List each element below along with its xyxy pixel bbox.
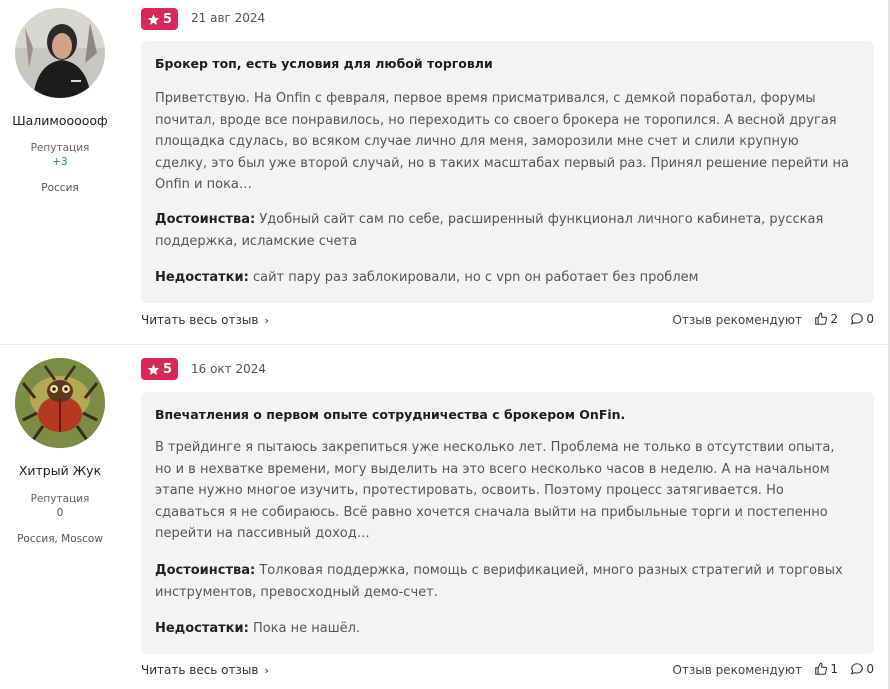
- star-icon: [147, 13, 160, 25]
- comment-icon: [851, 663, 864, 675]
- review-content: Брокер топ, есть условия для любой торго…: [141, 41, 874, 303]
- review-body: В трейдинге я пытаюсь закрепиться уже не…: [155, 440, 835, 541]
- comments-count: 0: [866, 662, 874, 676]
- review-title[interactable]: Впечатления о первом опыте сотрудничеств…: [155, 407, 625, 422]
- review-content: Впечатления о первом опыте сотрудничеств…: [141, 392, 874, 654]
- chevron-right-icon: ›: [264, 313, 269, 327]
- review-pros: Достоинства: Удобный сайт сам по себе, р…: [155, 209, 854, 252]
- cons-text: сайт пару раз заблокировали, но с vpn он…: [252, 270, 699, 285]
- review-footer: Читать весь отзыв › Отзыв рекомендуют 2 …: [141, 312, 874, 331]
- chevron-right-icon: ›: [264, 663, 269, 677]
- rating-badge: 5: [141, 8, 178, 30]
- review-pros: Достоинства: Толковая поддержка, помощь …: [155, 560, 854, 603]
- avatar[interactable]: [15, 8, 105, 98]
- comments-count: 0: [866, 312, 874, 326]
- pros-label: Достоинства:: [155, 563, 256, 578]
- pros-text: Удобный сайт сам по себе, расширенный фу…: [155, 212, 824, 249]
- reputation-label: Репутация: [30, 493, 90, 505]
- rating-value: 5: [162, 11, 173, 27]
- like-button[interactable]: 1: [814, 662, 838, 676]
- review-cons: Недостатки: сайт пару раз заблокировали,…: [155, 267, 854, 289]
- read-more-label: Читать весь отзыв: [141, 313, 259, 327]
- reputation-label: Репутация: [30, 142, 90, 154]
- review-cons: Недостатки: Пока не нашёл.: [155, 618, 854, 640]
- comment-icon: [851, 313, 864, 325]
- review-card: Хитрый Жук Репутация 0 Россия, Moscow 5 …: [0, 344, 890, 689]
- review-footer: Читать весь отзыв › Отзыв рекомендуют 1 …: [141, 662, 874, 681]
- review-body: Приветствую. На Onfin с февраля, первое …: [155, 91, 849, 192]
- recommend-label: Отзыв рекомендуют: [672, 313, 802, 327]
- author-location: Россия, Moscow: [17, 533, 103, 545]
- thumbs-up-icon: [815, 312, 828, 325]
- comments-button[interactable]: 0: [850, 662, 874, 676]
- cons-text: Пока не нашёл.: [252, 621, 361, 636]
- likes-count: 1: [830, 662, 838, 676]
- read-more-link[interactable]: Читать весь отзыв ›: [141, 663, 269, 677]
- review-title[interactable]: Брокер топ, есть условия для любой торго…: [155, 56, 493, 71]
- read-more-label: Читать весь отзыв: [141, 663, 259, 677]
- recommend-label: Отзыв рекомендуют: [672, 663, 802, 677]
- comments-button[interactable]: 0: [850, 312, 874, 326]
- avatar[interactable]: [15, 358, 105, 448]
- read-more-link[interactable]: Читать весь отзыв ›: [141, 313, 269, 327]
- reputation-value: +3: [52, 156, 68, 168]
- review-card: Шалимоооооф Репутация +3 Россия 5 21 авг…: [0, 0, 890, 344]
- author-name[interactable]: Шалимоооооф: [0, 113, 120, 128]
- pros-text: Толковая поддержка, помощь с верификацие…: [155, 563, 843, 600]
- thumbs-up-icon: [815, 662, 828, 675]
- rating-badge: 5: [141, 358, 178, 380]
- review-date: 21 авг 2024: [191, 11, 266, 25]
- cons-label: Недостатки:: [155, 270, 249, 285]
- author-name[interactable]: Хитрый Жук: [0, 463, 120, 478]
- cons-label: Недостатки:: [155, 621, 249, 636]
- like-button[interactable]: 2: [814, 312, 838, 326]
- reputation-value: 0: [56, 507, 64, 519]
- review-date: 16 окт 2024: [191, 362, 267, 376]
- star-icon: [147, 363, 160, 375]
- rating-value: 5: [162, 361, 173, 377]
- pros-label: Достоинства:: [155, 212, 256, 227]
- author-location: Россия: [41, 182, 79, 194]
- likes-count: 2: [830, 312, 838, 326]
